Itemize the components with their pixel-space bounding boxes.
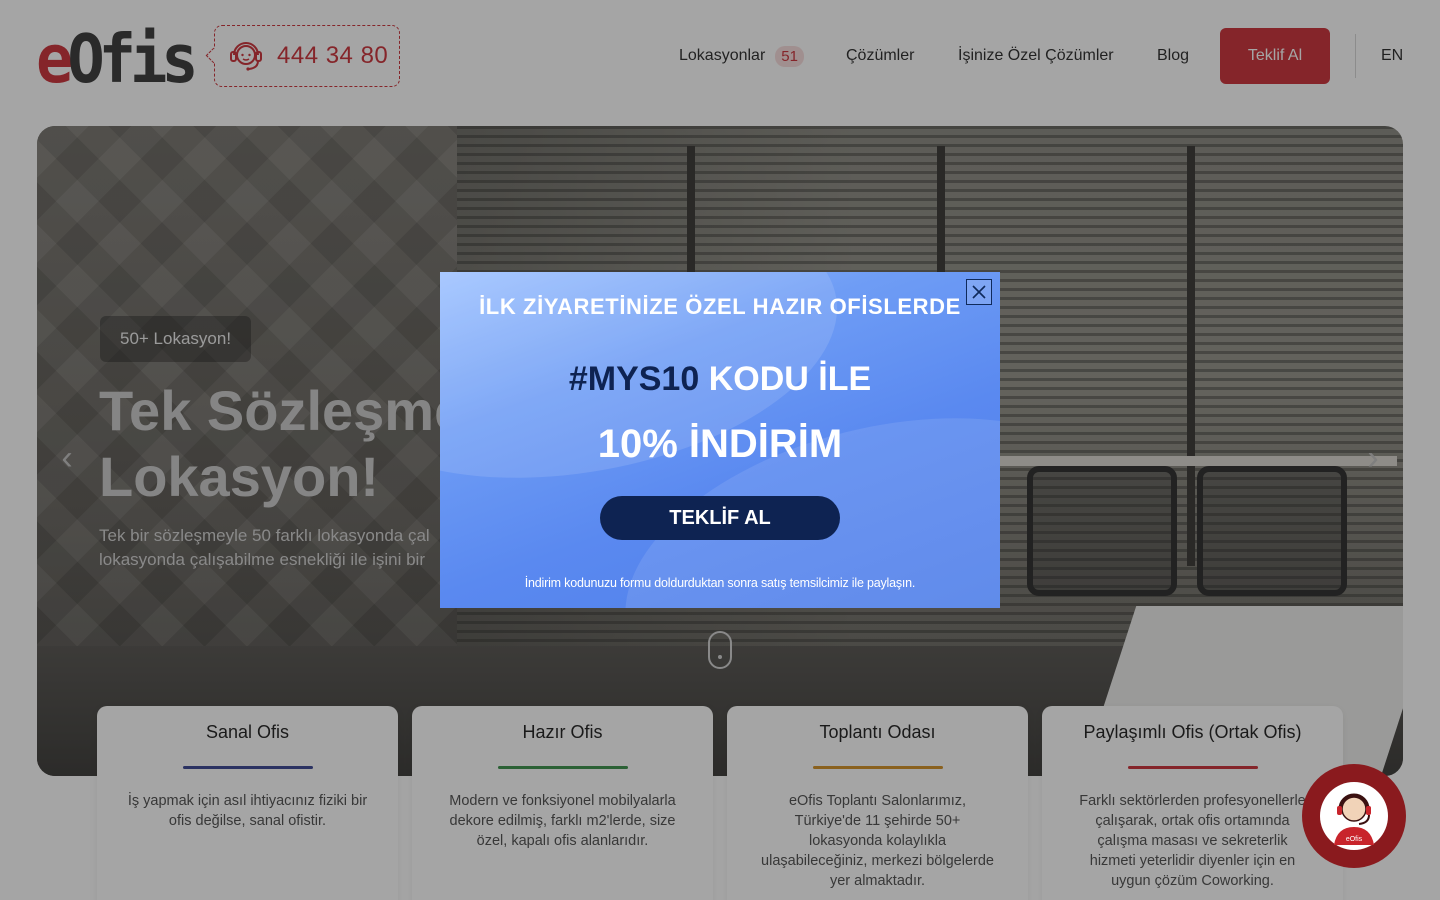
support-agent-icon: eOfis xyxy=(1320,782,1388,850)
modal-heading: İLK ZİYARETİNİZE ÖZEL HAZIR OFİSLERDE xyxy=(479,294,961,319)
promo-code: #MYS10 xyxy=(568,360,700,398)
discount-modal: İLK ZİYARETİNİZE ÖZEL HAZIR OFİSLERDE #M… xyxy=(440,272,1000,608)
modal-note: İndirim kodunuzu formu doldurduktan sonr… xyxy=(524,576,916,590)
promo-code-suffix: KODU İLE xyxy=(699,360,872,398)
support-icon-label: eOfis xyxy=(1346,836,1363,843)
modal-code-line: #MYS10 KODU İLE xyxy=(440,360,1000,399)
support-agent-button[interactable]: eOfis xyxy=(1302,764,1406,868)
modal-discount: 10% İNDİRİM xyxy=(597,422,843,466)
modal-get-quote-button[interactable]: TEKLİF AL xyxy=(600,496,840,540)
